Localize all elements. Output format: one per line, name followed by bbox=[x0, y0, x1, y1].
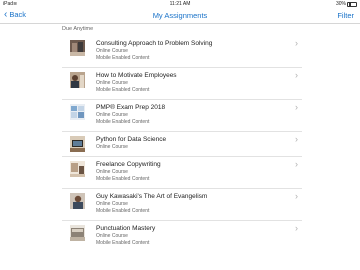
course-thumbnail bbox=[70, 72, 85, 88]
course-meta: Mobile Enabled Content bbox=[96, 86, 150, 93]
course-title: Guy Kawasaki's The Art of Evangelism bbox=[96, 193, 208, 200]
course-thumbnail bbox=[70, 104, 85, 120]
section-header: Due Anytime bbox=[62, 26, 94, 32]
course-title: Punctuation Mastery bbox=[96, 225, 156, 232]
course-title: Python for Data Science bbox=[96, 136, 167, 143]
course-meta: Mobile Enabled Content bbox=[96, 207, 150, 214]
navigation-bar: ‹ Back My Assignments Filter bbox=[0, 8, 360, 24]
battery-icon bbox=[347, 1, 357, 7]
assignment-list: Consulting Approach to Problem Solving O… bbox=[62, 36, 302, 252]
chevron-right-icon: › bbox=[295, 70, 298, 80]
chevron-right-icon: › bbox=[295, 134, 298, 144]
page-title: My Assignments bbox=[152, 11, 208, 20]
chevron-right-icon: › bbox=[295, 38, 298, 48]
course-meta: Mobile Enabled Content bbox=[96, 54, 150, 61]
chevron-right-icon: › bbox=[295, 159, 298, 169]
chevron-right-icon: › bbox=[295, 102, 298, 112]
clock: 11:21 AM bbox=[169, 1, 191, 7]
course-meta: Mobile Enabled Content bbox=[96, 239, 150, 246]
course-thumbnail bbox=[70, 161, 85, 177]
course-thumbnail bbox=[70, 193, 85, 209]
course-meta: Mobile Enabled Content bbox=[96, 118, 150, 125]
list-item[interactable]: Consulting Approach to Problem Solving O… bbox=[62, 36, 302, 68]
course-type: Online Course bbox=[96, 144, 128, 150]
course-title: Freelance Copywriting bbox=[96, 161, 161, 168]
chevron-right-icon: › bbox=[295, 223, 298, 233]
course-title: Consulting Approach to Problem Solving bbox=[96, 40, 213, 47]
course-thumbnail bbox=[70, 136, 85, 152]
course-title: How to Motivate Employees bbox=[96, 72, 177, 79]
list-item[interactable]: Punctuation Mastery Online Course Mobile… bbox=[62, 221, 302, 252]
course-meta: Mobile Enabled Content bbox=[96, 175, 150, 182]
list-item[interactable]: PMP® Exam Prep 2018 Online Course Mobile… bbox=[62, 100, 302, 132]
course-thumbnail bbox=[70, 40, 85, 56]
course-thumbnail bbox=[70, 225, 85, 241]
status-bar: iPad ≋ 11:21 AM 30% bbox=[0, 0, 360, 8]
list-item[interactable]: Guy Kawasaki's The Art of Evangelism Onl… bbox=[62, 189, 302, 221]
battery-percentage: 30% bbox=[335, 1, 346, 7]
chevron-right-icon: › bbox=[295, 191, 298, 201]
list-item[interactable]: Freelance Copywriting Online Course Mobi… bbox=[62, 157, 302, 189]
list-item[interactable]: Python for Data Science Online Course › bbox=[62, 132, 302, 157]
course-title: PMP® Exam Prep 2018 bbox=[96, 104, 166, 111]
filter-button[interactable]: Filter bbox=[337, 11, 354, 20]
list-item[interactable]: How to Motivate Employees Online Course … bbox=[62, 68, 302, 100]
